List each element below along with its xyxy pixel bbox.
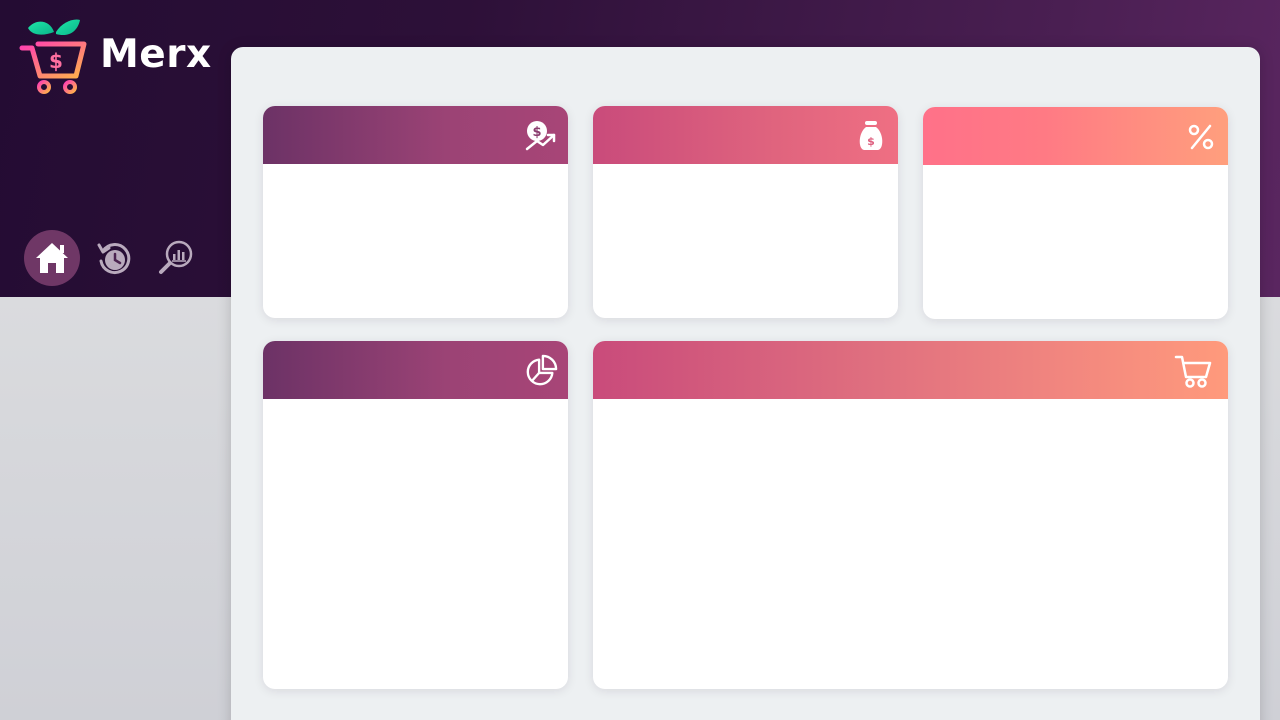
shopping-cart-icon (1174, 354, 1214, 388)
svg-text:$: $ (49, 49, 63, 73)
dollar-growth-icon: $ (524, 119, 558, 153)
app-name: Merx (100, 31, 212, 77)
nav-home-button[interactable] (24, 230, 80, 286)
revenue-card: $ (263, 106, 568, 318)
breakdown-card (263, 341, 568, 689)
main-nav (24, 230, 210, 286)
orders-card (593, 341, 1228, 689)
history-icon (97, 243, 131, 275)
nav-history-button[interactable] (86, 230, 142, 286)
pie-chart-icon (524, 354, 558, 388)
breakdown-card-header (263, 341, 568, 399)
orders-card-header (593, 341, 1228, 399)
analytics-search-icon (159, 240, 193, 274)
sales-card: $ (593, 106, 898, 318)
svg-text:$: $ (532, 125, 541, 140)
svg-text:$: $ (867, 135, 875, 148)
nav-analytics-button[interactable] (148, 230, 204, 286)
sales-card-header: $ (593, 106, 898, 164)
money-bag-icon: $ (854, 119, 888, 153)
discounts-card (923, 107, 1228, 319)
app-logo[interactable]: $ Merx (18, 16, 212, 96)
revenue-card-header: $ (263, 106, 568, 164)
home-icon (36, 243, 68, 273)
percent-icon (1184, 120, 1218, 154)
discounts-card-header (923, 107, 1228, 165)
dashboard-panel: $ $ (231, 47, 1260, 720)
shopping-cart-leaf-logo-icon: $ (19, 19, 87, 94)
